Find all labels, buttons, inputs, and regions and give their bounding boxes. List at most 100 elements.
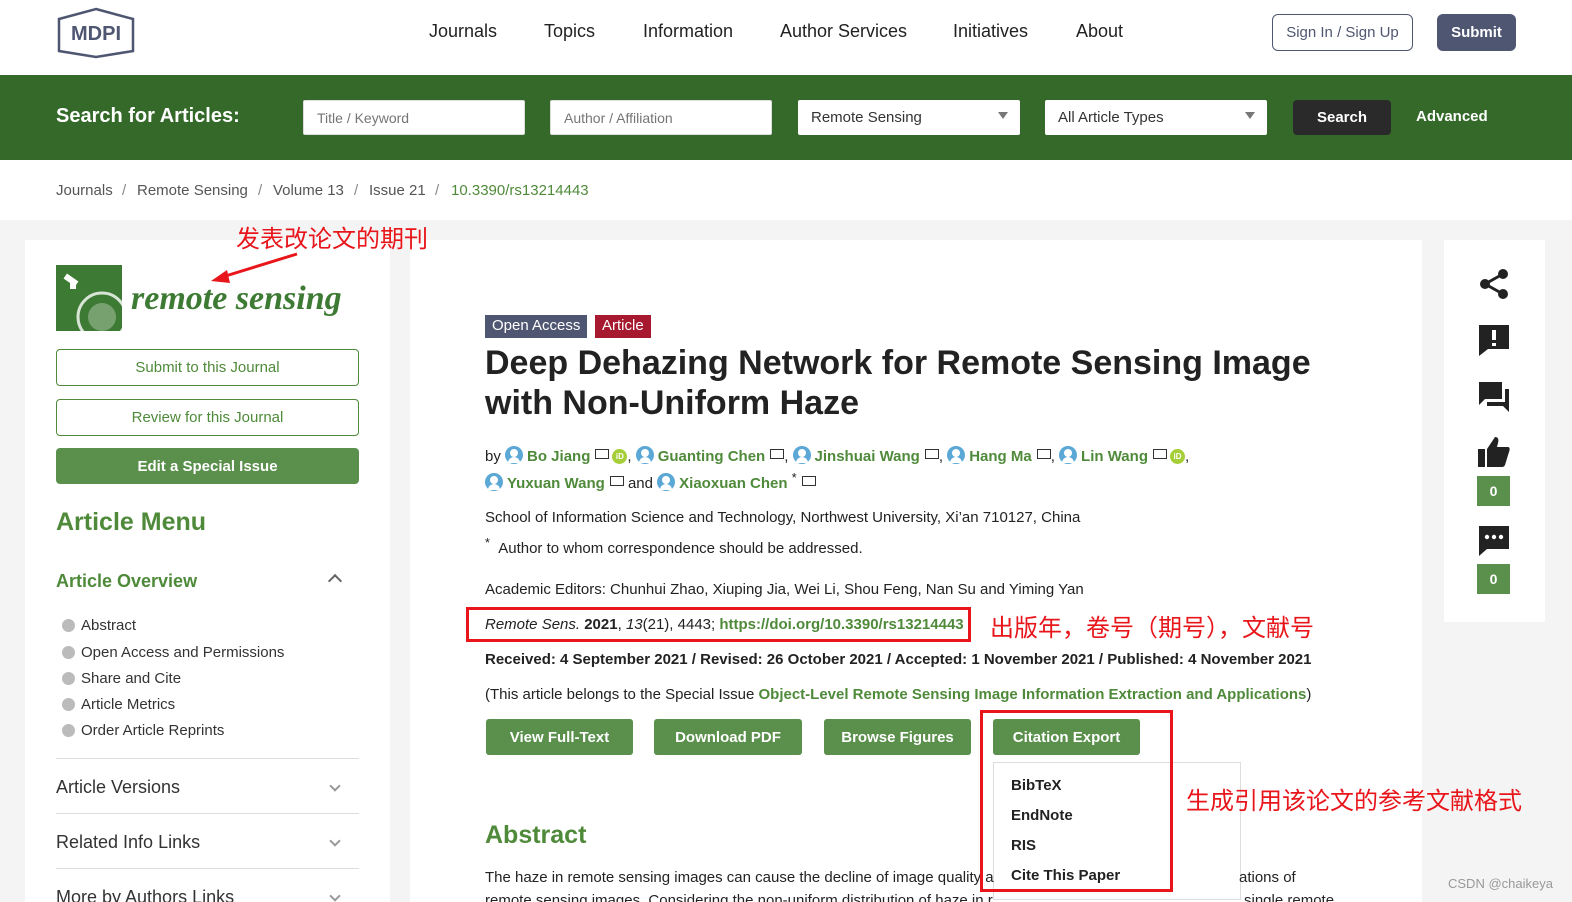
search-button[interactable]: Search <box>1293 100 1391 135</box>
corresponding-mark: * <box>791 471 797 485</box>
nav-about[interactable]: About <box>1076 21 1123 42</box>
person-icon <box>657 473 676 491</box>
browse-figures-button[interactable]: Browse Figures <box>824 719 971 755</box>
article-overview-toggle[interactable]: Article Overview <box>56 571 197 592</box>
nav-author-services[interactable]: Author Services <box>780 21 907 42</box>
breadcrumb-journals[interactable]: Journals <box>56 182 113 199</box>
nav-information[interactable]: Information <box>643 21 733 42</box>
overview-item-open-access[interactable]: Open Access and Permissions <box>62 644 284 661</box>
overview-item-label: Article Metrics <box>81 696 176 713</box>
journal-logo-icon[interactable] <box>56 265 128 343</box>
author-link[interactable]: Hang Ma <box>969 448 1032 465</box>
search-label: Search for Articles: <box>56 105 240 127</box>
correspondence-note: * Author to whom correspondence should b… <box>485 536 863 557</box>
sign-in-button[interactable]: Sign In / Sign Up <box>1272 14 1413 51</box>
review-for-journal-button[interactable]: Review for this Journal <box>56 399 359 436</box>
breadcrumb-separator: / <box>258 182 263 199</box>
menu-more-by-authors[interactable]: More by Authors Links <box>56 868 359 902</box>
article-type-badge: Article <box>595 315 651 338</box>
menu-related-info[interactable]: Related Info Links <box>56 813 359 868</box>
share-icon[interactable] <box>1478 268 1510 300</box>
nav-journals[interactable]: Journals <box>429 21 497 42</box>
mail-icon[interactable] <box>1152 449 1167 459</box>
journal-select[interactable]: Remote Sensing <box>798 100 1020 135</box>
orcid-icon[interactable]: iD <box>612 449 628 464</box>
special-issue-link[interactable]: Object-Level Remote Sensing Image Inform… <box>758 686 1306 703</box>
breadcrumb-remote-sensing[interactable]: Remote Sensing <box>137 182 248 199</box>
view-full-text-button[interactable]: View Full-Text <box>486 719 633 755</box>
author-link[interactable]: Xiaoxuan Chen <box>679 475 787 492</box>
overview-item-abstract[interactable]: Abstract <box>62 617 136 634</box>
mail-icon[interactable] <box>1036 449 1051 459</box>
mail-icon[interactable] <box>609 476 624 486</box>
separator: , <box>1050 448 1055 465</box>
breadcrumb-separator: / <box>122 182 127 199</box>
title-keyword-input[interactable] <box>303 100 525 135</box>
correspondence-text: Author to whom correspondence should be … <box>498 540 863 557</box>
person-icon <box>485 473 503 491</box>
abstract-title: Abstract <box>485 821 587 849</box>
menu-article-versions[interactable]: Article Versions <box>56 758 359 813</box>
submit-to-journal-button[interactable]: Submit to this Journal <box>56 349 359 386</box>
breadcrumb-issue[interactable]: Issue 21 <box>369 182 426 199</box>
abstract-text: single remote <box>1244 892 1335 902</box>
person-icon <box>792 446 811 464</box>
dropdown-arrow-icon <box>1245 112 1255 119</box>
overview-item-reprints[interactable]: Order Article Reprints <box>62 722 224 739</box>
author-line-2: Yuxuan Wang and Xiaoxuan Chen * <box>485 471 816 492</box>
bullet-icon <box>62 698 75 711</box>
bullet-icon <box>62 672 75 685</box>
overview-item-label: Share and Cite <box>81 670 182 687</box>
bullet-icon <box>62 619 75 632</box>
person-icon <box>1059 446 1078 464</box>
nav-topics[interactable]: Topics <box>544 21 595 42</box>
breadcrumb-volume[interactable]: Volume 13 <box>273 182 344 199</box>
special-prefix: (This article belongs to the Special Iss… <box>485 686 755 703</box>
separator: , <box>784 448 789 465</box>
publication-dates: Received: 4 September 2021 / Revised: 26… <box>485 651 1312 668</box>
comment-count: 0 <box>1477 564 1510 594</box>
export-highlight-box <box>980 710 1173 892</box>
person-icon <box>635 446 654 464</box>
citation-highlight-box <box>466 607 971 642</box>
mail-icon[interactable] <box>924 449 939 459</box>
mail-icon[interactable] <box>595 449 610 459</box>
annotation-arrow-icon <box>211 252 298 283</box>
svg-text:MDPI: MDPI <box>71 23 121 45</box>
author-link[interactable]: Bo Jiang <box>527 448 590 465</box>
export-annotation: 生成引用该论文的参考文献格式 <box>1186 788 1522 815</box>
advanced-search-link[interactable]: Advanced <box>1416 108 1488 125</box>
overview-item-label: Abstract <box>81 617 137 634</box>
author-link[interactable]: Lin Wang <box>1081 448 1148 465</box>
chevron-down-icon <box>329 835 341 847</box>
edit-special-issue-button[interactable]: Edit a Special Issue <box>56 448 359 484</box>
comment-icon[interactable] <box>1478 381 1510 413</box>
breadcrumb-doi[interactable]: 10.3390/rs13214443 <box>451 182 589 199</box>
separator: , <box>1184 448 1190 465</box>
nav-initiatives[interactable]: Initiatives <box>953 21 1028 42</box>
author-link[interactable]: Jinshuai Wang <box>815 448 920 465</box>
bullet-icon <box>62 646 75 659</box>
special-suffix: ) <box>1306 686 1312 703</box>
mail-icon[interactable] <box>801 476 816 486</box>
chat-icon[interactable] <box>1478 525 1510 557</box>
author-link[interactable]: Yuxuan Wang <box>507 475 605 492</box>
article-type-select[interactable]: All Article Types <box>1045 100 1267 135</box>
mail-icon[interactable] <box>770 449 785 459</box>
download-pdf-button[interactable]: Download PDF <box>654 719 802 755</box>
author-affiliation-input[interactable] <box>550 100 772 135</box>
chevron-down-icon <box>329 890 341 902</box>
abstract-text: ations of <box>1239 869 1296 886</box>
menu-label: More by Authors Links <box>56 887 235 902</box>
overview-item-label: Order Article Reprints <box>81 722 225 739</box>
mdpi-logo[interactable]: MDPI <box>56 7 136 59</box>
abstract-text: remote sensing images. Considering the n… <box>485 892 993 902</box>
like-icon[interactable] <box>1478 436 1510 468</box>
overview-item-share-cite[interactable]: Share and Cite <box>62 670 181 687</box>
overview-item-metrics[interactable]: Article Metrics <box>62 696 175 713</box>
author-link[interactable]: Guanting Chen <box>658 448 766 465</box>
submit-button[interactable]: Submit <box>1437 14 1516 51</box>
person-icon <box>947 446 966 464</box>
report-icon[interactable] <box>1478 324 1510 356</box>
orcid-icon[interactable]: iD <box>1169 449 1185 464</box>
